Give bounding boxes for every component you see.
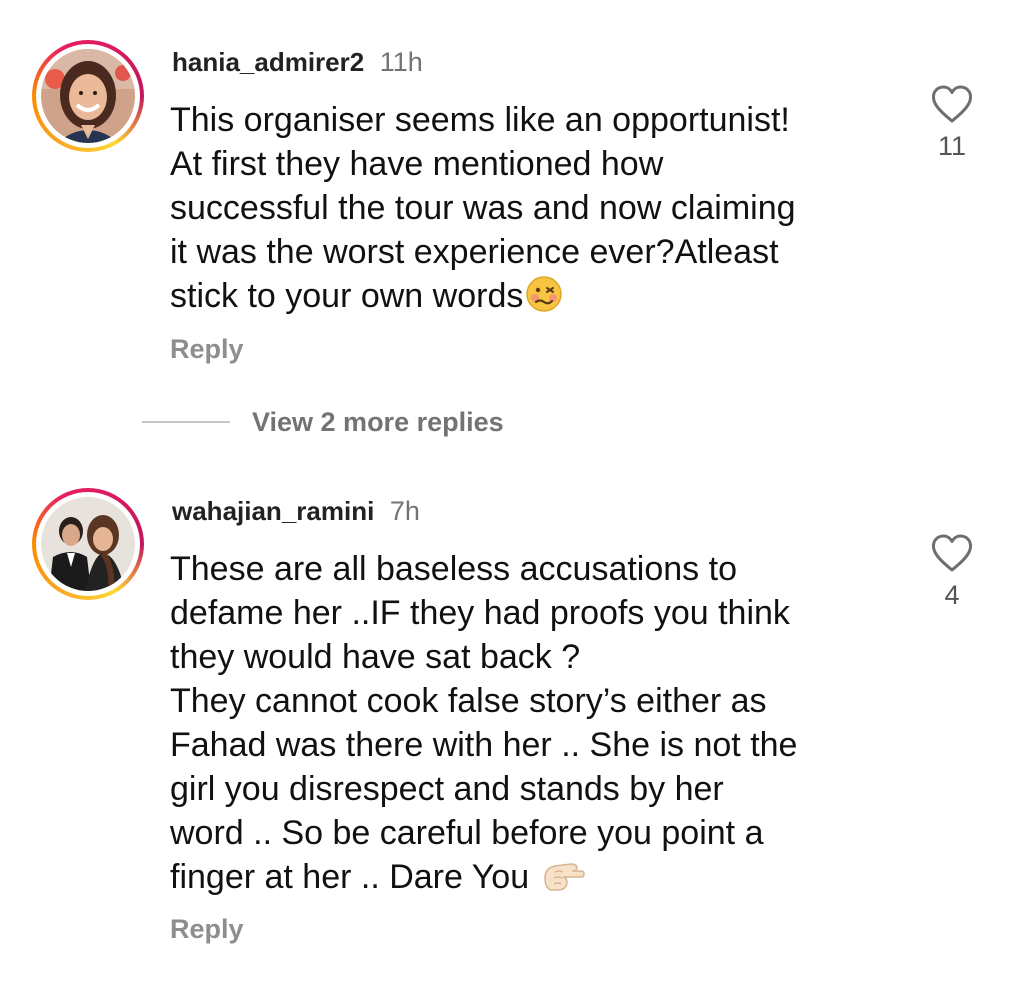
comment-text: This organiser seems like an opportunist… [170, 98, 796, 324]
like-count: 11 [937, 131, 967, 161]
like-control: 4 [922, 533, 982, 611]
comment-line-text: finger at her .. Dare You [170, 858, 530, 896]
comment-text: These are all baseless accusations to de… [170, 547, 797, 905]
comment-line: defame her ..IF they had proofs you thin… [170, 594, 790, 632]
heart-icon[interactable] [930, 84, 974, 124]
heart-icon[interactable] [930, 533, 974, 573]
avatar-photo [41, 497, 135, 591]
comment-line: it was the worst experience ever?Atleast [170, 233, 779, 271]
comment-line: word .. So be careful before you point a [170, 814, 764, 852]
avatar-photo [41, 49, 135, 143]
divider-line [142, 421, 230, 423]
comment-line-last: stick to your own words [170, 274, 796, 324]
reply-button[interactable]: Reply [170, 913, 244, 945]
comment-line: they would have sat back ? [170, 638, 581, 676]
comment-line: These are all baseless accusations to [170, 550, 737, 588]
comment-line-text: stick to your own words [170, 277, 524, 315]
comment-line: They cannot cook false story’s either as [170, 682, 767, 720]
like-control: 11 [922, 84, 982, 162]
comment-line: This organiser seems like an opportunist… [170, 101, 790, 139]
username[interactable]: wahajian_ramini [172, 496, 374, 526]
timestamp: 7h [389, 496, 420, 526]
comment-line-last: finger at her .. Dare You [170, 855, 797, 905]
comment-line: successful the tour was and now claiming [170, 189, 796, 227]
reply-button[interactable]: Reply [170, 333, 244, 365]
avatar[interactable] [32, 40, 144, 152]
comment-line: Fahad was there with her .. She is not t… [170, 726, 798, 764]
timestamp: 11h [379, 47, 423, 77]
woozy-face-emoji [525, 275, 563, 324]
comment-line: girl you disrespect and stands by her [170, 770, 724, 808]
avatar[interactable] [32, 488, 144, 600]
view-replies-label[interactable]: View 2 more replies [252, 407, 504, 438]
username[interactable]: hania_admirer2 [172, 47, 364, 77]
view-more-replies[interactable]: View 2 more replies [142, 400, 504, 444]
comment-line: At first they have mentioned how [170, 145, 664, 183]
like-count: 4 [944, 580, 960, 610]
pointing-finger-emoji [541, 856, 585, 905]
